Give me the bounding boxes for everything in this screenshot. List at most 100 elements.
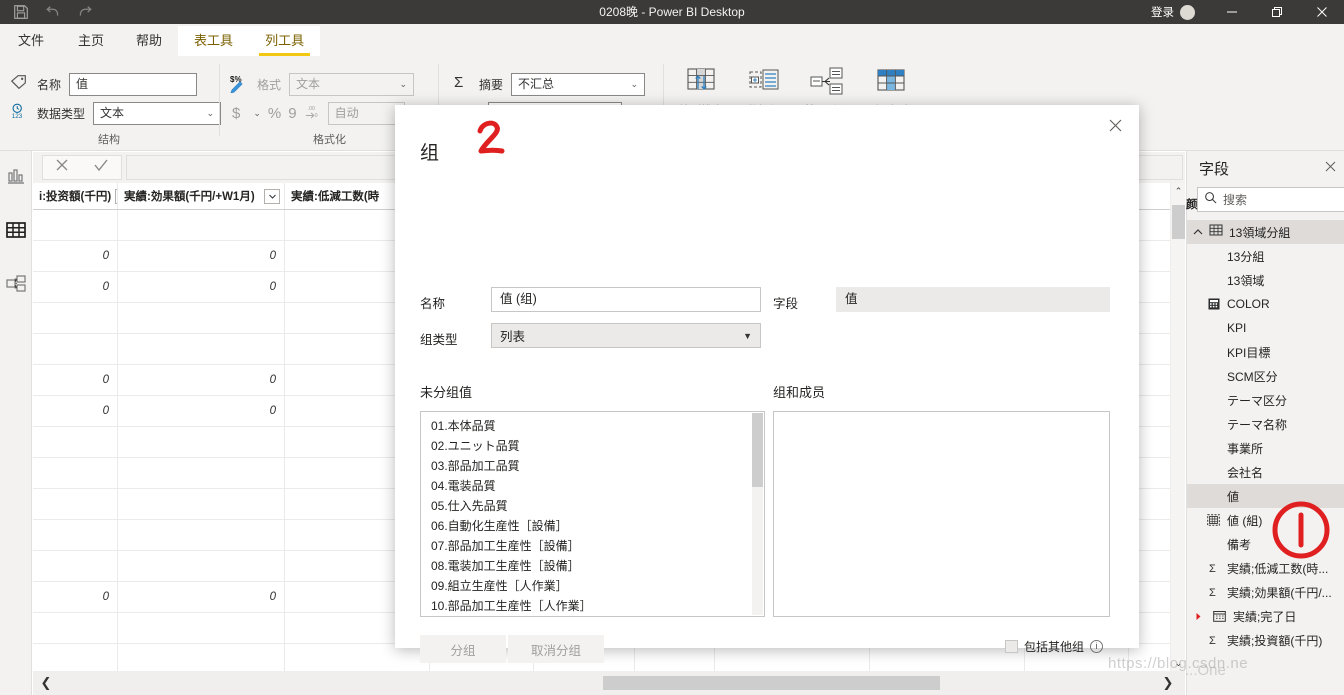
column-name-input[interactable]: 值 — [69, 73, 197, 96]
accept-check-icon[interactable] — [93, 158, 109, 177]
checkbox-box[interactable] — [1005, 640, 1018, 653]
dialog-name-input[interactable]: 值 (组) — [491, 287, 761, 312]
table-cell[interactable] — [33, 427, 118, 457]
fields-list-item[interactable]: Σ実績;投資額(千円) — [1187, 628, 1344, 652]
table-cell[interactable]: 0 — [33, 241, 118, 271]
currency-format-button[interactable]: $ — [232, 105, 240, 122]
table-cell[interactable] — [33, 303, 118, 333]
fields-table-13領域分組[interactable]: 13領域分組 — [1187, 220, 1344, 244]
ungrouped-value-item[interactable]: 03.部品加工品質 — [421, 456, 764, 476]
fields-list-item[interactable]: Σ実績;効果額(千円/... — [1187, 580, 1344, 604]
ungrouped-list-scrollbar[interactable] — [752, 413, 763, 615]
table-cell[interactable] — [33, 334, 118, 364]
ungrouped-value-item[interactable]: 04.電装品質 — [421, 476, 764, 496]
table-cell[interactable] — [118, 427, 285, 457]
fields-list-item[interactable]: Σ実績;低減工数(時... — [1187, 556, 1344, 580]
dialog-grouptype-select[interactable]: 列表 ▼ — [491, 323, 761, 348]
table-cell[interactable]: 0 — [118, 582, 285, 612]
table-cell[interactable] — [118, 551, 285, 581]
table-cell[interactable] — [33, 210, 118, 240]
scroll-left-icon[interactable]: ❮ — [33, 675, 59, 691]
fields-list-item[interactable]: 会社名 — [1187, 460, 1344, 484]
table-cell[interactable]: 0 — [118, 272, 285, 302]
table-cell[interactable] — [635, 644, 715, 671]
redo-icon[interactable] — [76, 3, 94, 21]
table-cell[interactable] — [33, 613, 118, 643]
table-cell[interactable] — [33, 551, 118, 581]
chevron-down-icon[interactable]: ⌄ — [253, 108, 261, 119]
close-button[interactable] — [1299, 0, 1344, 24]
table-cell[interactable] — [33, 520, 118, 550]
table-cell[interactable] — [118, 334, 285, 364]
fields-list-item[interactable]: SCM区分 — [1187, 364, 1344, 388]
thousands-separator-button[interactable]: 9 — [288, 105, 296, 122]
grid-column-header[interactable]: i:投资額(千円) — [33, 183, 118, 209]
sidebar-item-report-view[interactable] — [0, 151, 32, 205]
table-cell[interactable] — [118, 303, 285, 333]
info-icon[interactable]: i — [1090, 640, 1103, 653]
tab-home[interactable]: 主页 — [62, 26, 120, 56]
ungroup-button[interactable]: 取消分组 — [508, 635, 604, 663]
chevron-right-icon[interactable] — [1191, 612, 1206, 621]
ungrouped-value-item[interactable]: 02.ユニット品質 — [421, 436, 764, 456]
ungrouped-value-item[interactable]: 07.部品加工生産性［設備］ — [421, 536, 764, 556]
table-cell[interactable]: 0 — [118, 396, 285, 426]
table-cell[interactable] — [715, 644, 870, 671]
table-cell[interactable]: 0 — [33, 396, 118, 426]
ungrouped-value-item[interactable]: 09.組立生産性［人作業］ — [421, 576, 764, 596]
ungrouped-value-item[interactable]: 05.仕入先品質 — [421, 496, 764, 516]
percent-format-button[interactable]: % — [268, 105, 281, 122]
grid-horizontal-scrollbar[interactable]: ❮ ❯ — [33, 671, 1185, 695]
fields-list-item[interactable]: 値 — [1187, 484, 1344, 508]
table-cell[interactable]: 0 — [118, 241, 285, 271]
table-cell[interactable]: 0 — [33, 272, 118, 302]
tab-help[interactable]: 帮助 — [120, 26, 178, 56]
format-select[interactable]: 文本 ⌄ — [289, 73, 414, 96]
fields-list-item[interactable]: テーマ区分 — [1187, 388, 1344, 412]
fields-list-item[interactable]: 実績;完了日 — [1187, 604, 1344, 628]
summarize-select[interactable]: 不汇总 ⌄ — [511, 73, 645, 96]
table-cell[interactable] — [118, 458, 285, 488]
ungrouped-value-item[interactable]: 01.本体品質 — [421, 416, 764, 436]
tab-column-tools[interactable]: 列工具 — [249, 26, 320, 56]
grid-vscroll-thumb[interactable] — [1172, 205, 1185, 239]
ungrouped-list-scroll-thumb[interactable] — [752, 413, 763, 487]
ungrouped-value-item[interactable]: 10.部品加工生産性［人作業］ — [421, 596, 764, 616]
table-cell[interactable] — [118, 613, 285, 643]
fields-list-item[interactable]: 13領域 — [1187, 268, 1344, 292]
avatar[interactable] — [1180, 5, 1195, 20]
ungrouped-values-list[interactable]: 01.本体品質02.ユニット品質03.部品加工品質04.電装品質05.仕入先品質… — [420, 411, 765, 617]
sidebar-item-model-view[interactable] — [0, 259, 32, 313]
ungrouped-value-item[interactable]: 06.自動化生産性［設備］ — [421, 516, 764, 536]
chevron-up-icon[interactable] — [1193, 223, 1203, 241]
fields-list-item[interactable]: COLOR — [1187, 292, 1344, 316]
decimal-places-button[interactable]: .000 — [304, 103, 320, 123]
data-type-select[interactable]: 文本 ⌄ — [93, 102, 221, 125]
cancel-x-icon[interactable] — [55, 158, 69, 177]
fields-list-item[interactable]: KPI目標 — [1187, 340, 1344, 364]
table-cell[interactable] — [285, 644, 430, 671]
table-cell[interactable] — [33, 489, 118, 519]
fields-list-item[interactable]: テーマ名称 — [1187, 412, 1344, 436]
tab-file[interactable]: 文件 — [0, 26, 62, 56]
table-cell[interactable]: 0 — [33, 582, 118, 612]
table-cell[interactable] — [118, 489, 285, 519]
table-cell[interactable]: 0 — [33, 365, 118, 395]
table-cell[interactable] — [118, 210, 285, 240]
include-other-group-checkbox[interactable]: 包括其他组 i — [1005, 638, 1103, 655]
dialog-close-button[interactable] — [1101, 113, 1129, 137]
fields-list[interactable]: 13分組13領域COLORKPIKPI目標SCM区分テーマ区分テーマ名称事業所会… — [1187, 244, 1344, 652]
fields-list-item[interactable]: 備考 — [1187, 532, 1344, 556]
restore-button[interactable] — [1254, 0, 1299, 24]
fields-list-item[interactable]: 事業所 — [1187, 436, 1344, 460]
groups-and-members-list[interactable] — [773, 411, 1110, 617]
table-cell[interactable]: 0 — [118, 365, 285, 395]
close-icon[interactable] — [1325, 159, 1336, 177]
decimal-auto-input[interactable]: 自动 — [328, 102, 405, 125]
save-icon[interactable] — [12, 3, 30, 21]
scroll-right-icon[interactable]: ❯ — [1155, 675, 1181, 691]
table-cell[interactable] — [870, 644, 1025, 671]
ungrouped-value-item[interactable]: 08.電装加工生産性［設備］ — [421, 556, 764, 576]
sidebar-item-data-view[interactable] — [0, 205, 32, 259]
grid-vertical-scrollbar[interactable]: ⌃ ⌄ — [1170, 183, 1185, 671]
